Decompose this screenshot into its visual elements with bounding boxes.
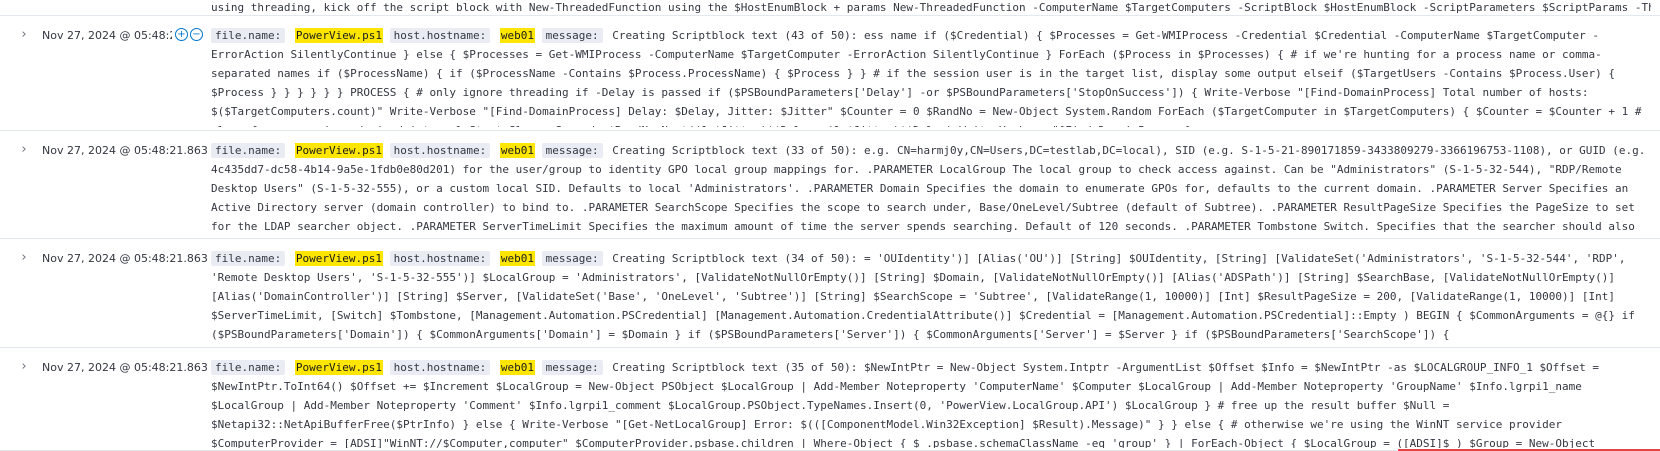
- message-text: Creating Scriptblock text (43 of 50): es…: [211, 29, 1642, 127]
- document-summary: file.name: PowerView.ps1 host.hostname: …: [211, 26, 1647, 127]
- field-value-highlight: web01: [499, 143, 536, 158]
- truncated-document-row: using threading, kick off the script blo…: [0, 0, 1660, 16]
- document-summary: file.name: PowerView.ps1 host.hostname: …: [211, 358, 1647, 448]
- minus-circle-icon[interactable]: −: [190, 28, 203, 41]
- field-key: file.name:: [211, 360, 286, 375]
- field-key: host.hostname:: [389, 28, 491, 43]
- field-value-highlight: PowerView.ps1: [294, 28, 383, 43]
- field-value-highlight: web01: [499, 360, 536, 375]
- document-row[interactable]: › Nov 27, 2024 @ 05:48:21.863 file.name:…: [0, 239, 1660, 348]
- field-key: message:: [541, 143, 603, 158]
- timestamp-cell: Nov 27, 2024 @ 05:48:21.863: [42, 361, 208, 374]
- field-key: file.name:: [211, 143, 286, 158]
- timestamp-cell: Nov 27, 2024 @ 05:48:21.863: [42, 252, 208, 265]
- field-value-highlight: PowerView.ps1: [294, 251, 383, 266]
- plus-circle-icon[interactable]: +: [175, 28, 188, 41]
- field-value-highlight: web01: [499, 251, 536, 266]
- timestamp-cell: Nov 27, 2024 @ 05:48:21.863: [42, 29, 172, 42]
- document-row[interactable]: › Nov 27, 2024 @ 05:48:21.863 file.name:…: [0, 131, 1660, 239]
- document-summary: file.name: PowerView.ps1 host.hostname: …: [211, 249, 1647, 345]
- field-key: host.hostname:: [389, 143, 491, 158]
- field-key: file.name:: [211, 28, 286, 43]
- field-value-highlight: PowerView.ps1: [294, 360, 383, 375]
- message-text: using threading, kick off the script blo…: [211, 1, 1651, 14]
- document-row[interactable]: › Nov 27, 2024 @ 05:48:21.863 file.name:…: [0, 348, 1660, 451]
- chevron-right-icon[interactable]: ›: [17, 360, 31, 374]
- field-value-highlight: PowerView.ps1: [294, 143, 383, 158]
- field-key: host.hostname:: [389, 360, 491, 375]
- timestamp-cell: Nov 27, 2024 @ 05:48:21.863: [42, 144, 208, 157]
- field-value-highlight: web01: [499, 28, 536, 43]
- cell-actions: + −: [175, 28, 203, 42]
- chevron-right-icon[interactable]: ›: [17, 143, 31, 157]
- field-key: message:: [541, 251, 603, 266]
- field-key: message:: [541, 360, 603, 375]
- field-key: host.hostname:: [389, 251, 491, 266]
- field-key: message:: [541, 28, 603, 43]
- chevron-right-icon[interactable]: ›: [17, 251, 31, 265]
- document-summary: file.name: PowerView.ps1 host.hostname: …: [211, 141, 1647, 236]
- chevron-right-icon[interactable]: ›: [17, 28, 31, 42]
- field-key: file.name:: [211, 251, 286, 266]
- document-row[interactable]: › Nov 27, 2024 @ 05:48:21.863 + − file.n…: [0, 16, 1660, 131]
